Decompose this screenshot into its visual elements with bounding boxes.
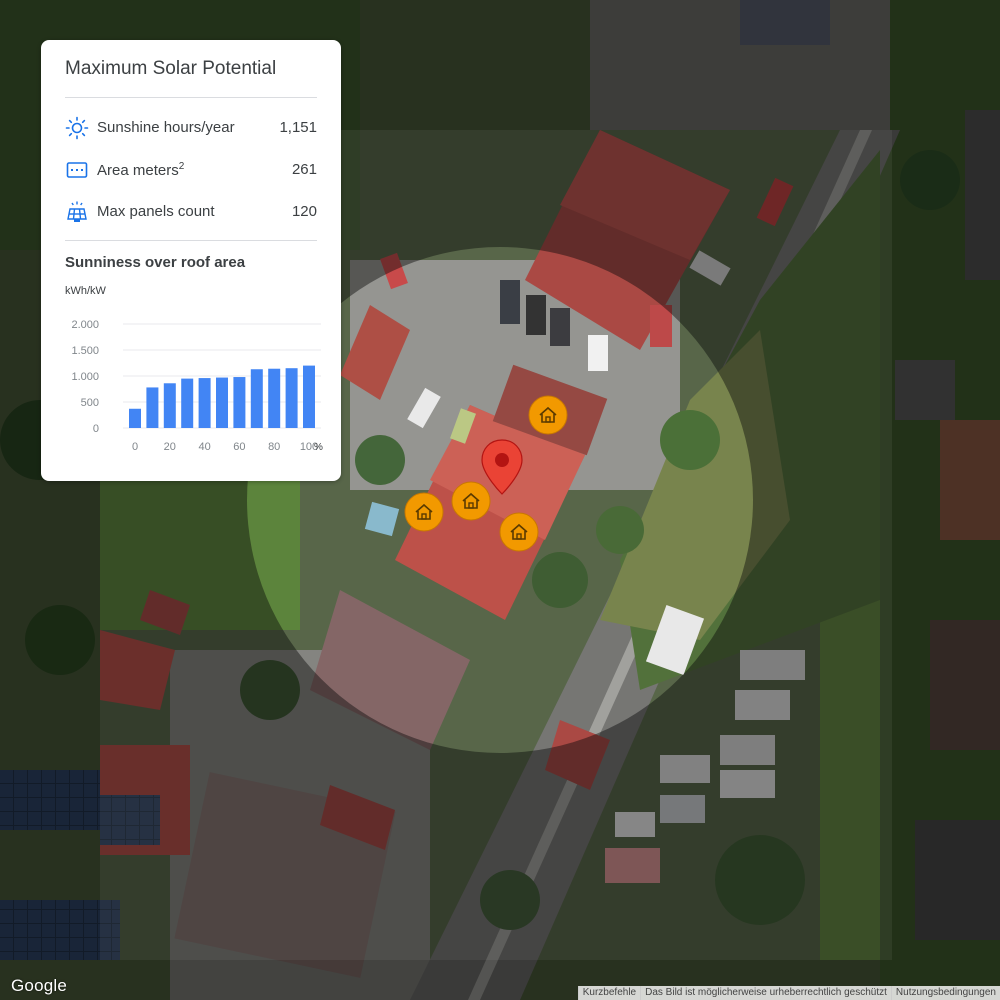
y-tick-label: 1.000 [71,371,99,383]
chart-unit-label: kWh/kW [65,285,106,297]
stat-label-text: Area meters [97,162,179,179]
y-tick-label: 2.000 [71,319,99,331]
bar [146,387,159,428]
stat-area: Area meters2 261 [65,158,317,182]
bar [233,377,246,428]
stat-value: 1,151 [279,119,317,136]
divider [65,97,317,98]
x-tick-label: 20 [164,441,176,453]
x-tick-label: 0 [132,441,138,453]
map-footer: Kurzbefehle Das Bild ist möglicherweise … [577,986,1000,1000]
bar [198,378,211,428]
house-marker[interactable] [528,395,568,435]
bar [268,368,281,428]
bar [216,377,228,428]
google-logo: Google [11,976,68,995]
solar-panel-icon [67,201,87,222]
superscript: 2 [178,161,185,172]
sun-icon [65,116,89,140]
footer-link-shortcuts[interactable]: Kurzbefehle [577,986,641,1000]
sunniness-bar-chart: 05001.0001.5002.0000 20 40 60 80 100% [71,319,323,453]
stat-max-panels: Max panels count 120 [65,200,317,224]
bar [181,378,194,428]
stat-label: Max panels count [97,203,215,220]
bar [250,369,263,428]
location-pin-icon[interactable] [480,438,524,496]
x-tick-label: 60 [233,441,245,453]
area-icon [66,162,88,178]
stat-label: Area meters2 [97,161,184,179]
stat-value: 261 [291,161,317,178]
bar [303,365,315,428]
bar [285,368,298,428]
house-marker[interactable] [499,512,539,552]
stat-value: 120 [291,203,317,220]
footer-link-terms[interactable]: Nutzungsbedingungen [890,986,1000,1000]
stat-sunshine-hours: Sunshine hours/year 1,151 [65,116,317,140]
y-tick-label: 0 [93,423,99,435]
divider [65,240,317,241]
bar [129,408,141,428]
stat-label: Sunshine hours/year [97,119,235,136]
solar-potential-card: Maximum Solar Potential Sunshine hours/y… [41,40,341,481]
x-tick-label: 80 [268,441,280,453]
y-tick-label: 500 [81,397,99,409]
footer-link-copyright[interactable]: Das Bild ist möglicherweise urheberrecht… [640,986,891,1000]
house-marker[interactable] [404,492,444,532]
x-unit-label: % [314,442,323,453]
y-tick-label: 1.500 [71,345,99,357]
card-title: Maximum Solar Potential [65,58,277,79]
bar [163,383,176,428]
x-tick-label: 40 [198,441,210,453]
chart-title: Sunniness over roof area [65,254,246,271]
